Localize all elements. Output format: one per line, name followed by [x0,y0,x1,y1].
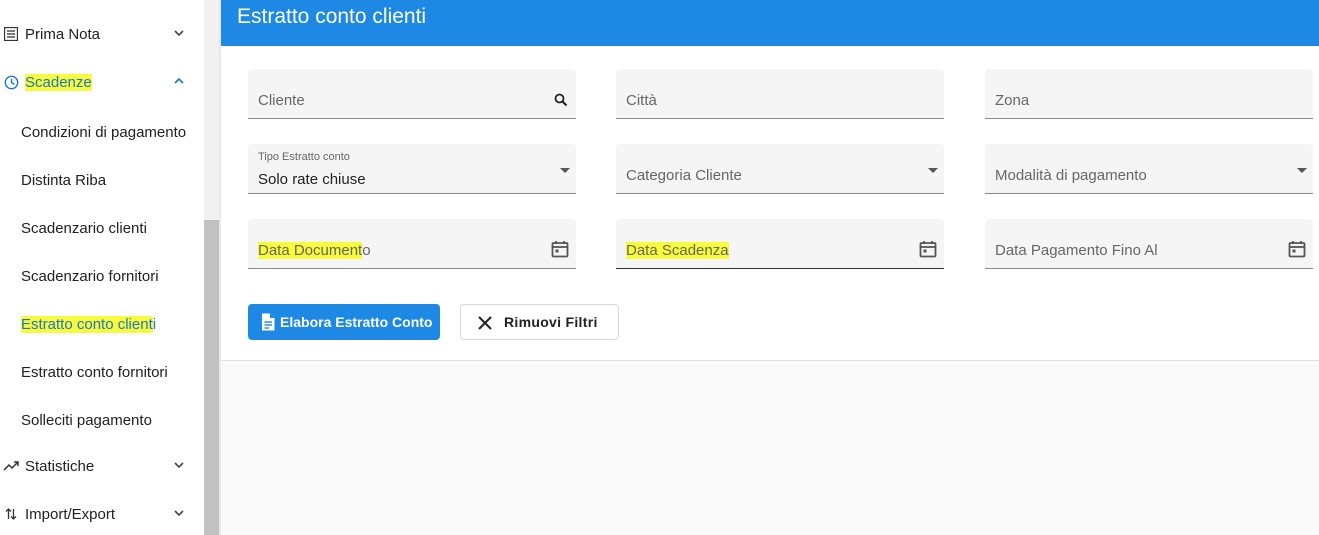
nav-prima-nota[interactable]: Prima Nota [0,14,204,54]
tipo-estratto-label: Tipo Estratto conto [258,151,350,163]
list-icon [3,26,19,42]
nav-import-export-label: Import/Export [25,505,116,523]
categoria-cliente-placeholder: Categoria Cliente [626,167,742,184]
chevron-up-icon [174,77,184,84]
calendar-icon[interactable] [550,239,570,259]
cliente-field[interactable]: Cliente [248,69,576,119]
citta-field[interactable]: Città [616,69,944,119]
nav-statistiche[interactable]: Statistiche [0,446,204,486]
rimuovi-filtri-button[interactable]: Rimuovi Filtri [460,304,619,340]
page-title: Estratto conto clienti [237,5,427,28]
sidebar-item-label: Estratto conto fornitori [21,363,168,381]
sidebar-item-label: Estratto conto clienti [21,315,157,333]
nav-prima-nota-label: Prima Nota [25,25,101,43]
sidebar-item-distinta-riba[interactable]: Distinta Riba [0,160,204,200]
clock-icon [3,74,19,90]
sidebar-item-solleciti-pagamento[interactable]: Solleciti pagamento [0,400,204,440]
zona-placeholder: Zona [995,92,1030,109]
chevron-down-icon [174,510,184,517]
document-icon [262,313,275,331]
calendar-icon[interactable] [1287,239,1307,259]
modalita-pagamento-select[interactable]: Modalità di pagamento [985,144,1313,194]
page-header: Estratto conto clienti [221,0,1319,46]
tipo-estratto-select[interactable]: Tipo Estratto conto Solo rate chiuse [248,144,576,194]
dropdown-arrow-icon [560,168,570,173]
nav-scadenze[interactable]: Scadenze [0,62,204,102]
sidebar-item-label: Scadenzario fornitori [21,267,159,285]
sidebar-item-estratto-conto-clienti[interactable]: Estratto conto clienti [0,304,204,344]
sidebar-item-label: Distinta Riba [21,171,107,189]
trending-up-icon [3,458,19,474]
sidebar-item-estratto-conto-fornitori[interactable]: Estratto conto fornitori [0,352,204,392]
sidebar: Prima Nota Scadenze Condizioni di pagame… [0,0,204,535]
calendar-icon[interactable] [918,239,938,259]
sidebar-item-condizioni-pagamento[interactable]: Condizioni di pagamento [0,112,204,152]
import-export-icon [3,506,19,522]
elabora-button-label: Elabora Estratto Conto [280,314,433,330]
data-documento-placeholder: Data Documento [258,242,371,259]
dropdown-arrow-icon [928,168,938,173]
nav-statistiche-label: Statistiche [25,457,95,475]
data-scadenza-field[interactable]: Data Scadenza [616,219,944,269]
chevron-down-icon [174,30,184,37]
categoria-cliente-select[interactable]: Categoria Cliente [616,144,944,194]
data-scadenza-placeholder: Data Scadenza [626,242,729,259]
data-documento-field[interactable]: Data Documento [248,219,576,269]
elabora-estratto-conto-button[interactable]: Elabora Estratto Conto [248,304,440,340]
chevron-down-icon [174,462,184,469]
citta-placeholder: Città [626,92,657,109]
nav-scadenze-label: Scadenze [25,73,92,91]
label-suffix: o [362,242,371,259]
filter-card: Cliente Città Zona Tipo Estratto conto S… [221,46,1319,361]
nav-import-export[interactable]: Import/Export [0,494,204,534]
zona-field[interactable]: Zona [985,69,1313,119]
data-pagamento-placeholder: Data Pagamento Fino Al [995,242,1158,259]
sidebar-scrollbar-thumb[interactable] [204,220,219,535]
sidebar-item-scadenzario-clienti[interactable]: Scadenzario clienti [0,208,204,248]
cliente-placeholder: Cliente [258,92,305,109]
search-icon[interactable] [554,93,568,107]
sidebar-item-label: Condizioni di pagamento [21,123,187,141]
sidebar-item-scadenzario-fornitori[interactable]: Scadenzario fornitori [0,256,204,296]
tipo-estratto-value: Solo rate chiuse [258,171,366,188]
modalita-pagamento-placeholder: Modalità di pagamento [995,167,1147,184]
label-suffix: i [152,315,157,333]
sidebar-item-label: Scadenzario clienti [21,219,147,237]
close-icon [478,316,492,330]
dropdown-arrow-icon [1297,168,1307,173]
highlighted-text: Estratto conto client [21,315,153,333]
data-pagamento-field[interactable]: Data Pagamento Fino Al [985,219,1313,269]
highlighted-text: Data Document [258,242,363,259]
sidebar-item-label: Solleciti pagamento [21,411,152,429]
rimuovi-button-label: Rimuovi Filtri [504,314,598,330]
